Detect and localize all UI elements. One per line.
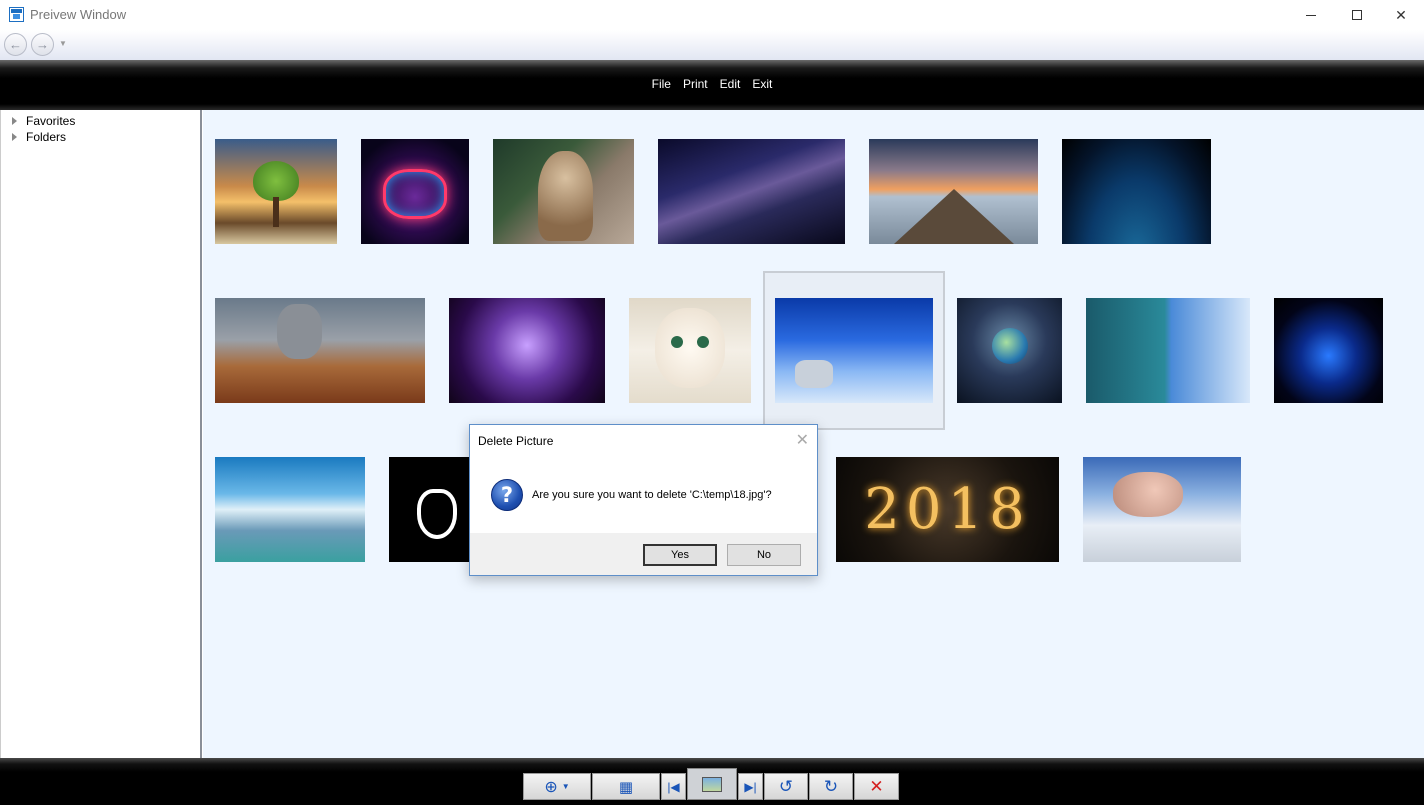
rotate-left-icon: ↺	[778, 776, 794, 796]
delete-icon: ✕	[869, 776, 884, 796]
navigation-bar: ← → ▼	[0, 30, 1424, 60]
tree-item-label: Folders	[26, 130, 67, 144]
title-bar: Preivew Window ✕	[0, 0, 1424, 30]
kitten-shape	[538, 151, 593, 241]
kitten-face	[655, 308, 725, 388]
menu-print[interactable]: Print	[677, 77, 714, 91]
thumbnail-earth-hand[interactable]	[957, 298, 1062, 403]
close-icon: ✕	[1395, 6, 1407, 23]
folder-tree-panel: Favorites Folders	[0, 110, 202, 758]
grid-view-button[interactable]: ▦	[592, 773, 660, 800]
rotate-left-button[interactable]: ↺	[764, 773, 808, 800]
thumbnail-white-kitten[interactable]	[629, 298, 751, 403]
dialog-message: Are you sure you want to delete 'C:\temp…	[532, 489, 772, 501]
expand-arrow-icon[interactable]	[12, 117, 17, 125]
minimize-icon	[1306, 14, 1316, 16]
kitten-eye	[671, 336, 683, 348]
no-button[interactable]: No	[727, 544, 801, 566]
rotate-right-icon: ↻	[823, 776, 839, 796]
pier-shape	[894, 189, 1014, 244]
last-icon: ▶|	[744, 779, 757, 794]
menu: File Print Edit Exit	[0, 77, 1424, 91]
elephant-shape	[277, 304, 322, 359]
thumbnail-earth-night-city[interactable]	[1062, 139, 1211, 244]
dialog-close-icon[interactable]: ✕	[796, 430, 809, 450]
menu-file[interactable]: File	[646, 77, 677, 91]
close-button[interactable]: ✕	[1378, 0, 1424, 30]
tree-item-folders[interactable]: Folders	[9, 130, 66, 144]
forward-button[interactable]: →	[31, 33, 54, 56]
last-image-button[interactable]: ▶|	[738, 773, 763, 800]
app-icon	[9, 7, 24, 22]
image-view-button[interactable]	[687, 768, 737, 800]
image-toolbar: ⊕ ▼ ▦ |◀ ▶| ↺ ↻ ✕	[523, 768, 900, 800]
arrow-right-icon: →	[36, 37, 49, 52]
tree-item-favorites[interactable]: Favorites	[9, 114, 75, 128]
delete-button[interactable]: ✕	[854, 773, 899, 800]
window-title: Preivew Window	[30, 7, 127, 22]
image-icon	[702, 776, 722, 792]
first-image-button[interactable]: |◀	[661, 773, 686, 800]
history-dropdown-icon[interactable]: ▼	[59, 39, 67, 48]
heart-glow	[383, 169, 447, 219]
tree-shape	[253, 161, 299, 201]
heart-outline	[417, 489, 457, 539]
yes-button[interactable]: Yes	[643, 544, 717, 566]
thumbnail-airplane-clouds[interactable]	[775, 298, 933, 403]
maximize-icon	[1352, 10, 1362, 20]
thumbnail-blue-fire-heart[interactable]	[1274, 298, 1383, 403]
menu-edit[interactable]: Edit	[714, 77, 747, 91]
thumbnail-milky-way[interactable]	[658, 139, 845, 244]
zoom-icon: ⊕	[544, 778, 558, 796]
year-text: 2018	[864, 477, 1031, 542]
question-icon: ?	[491, 479, 523, 511]
thumbnail-mountain-sky[interactable]	[215, 457, 365, 562]
expand-arrow-icon[interactable]	[12, 133, 17, 141]
grid-icon: ▦	[618, 778, 634, 796]
thumbnail-kitten-praying[interactable]	[493, 139, 634, 244]
tree-trunk	[273, 197, 279, 227]
first-icon: |◀	[667, 779, 680, 794]
thumbnail-white-heart-sketch[interactable]	[389, 457, 473, 562]
delete-picture-dialog: Delete Picture ✕ ? Are you sure you want…	[469, 424, 818, 576]
thumbnail-2018-sparkle[interactable]: 2018	[836, 457, 1059, 562]
kitten-eye	[697, 336, 709, 348]
pig-shape	[1113, 472, 1183, 517]
back-button[interactable]: ←	[4, 33, 27, 56]
thumbnail-heart-tree[interactable]	[215, 139, 337, 244]
minimize-button[interactable]	[1288, 0, 1334, 30]
maximize-button[interactable]	[1334, 0, 1380, 30]
thumbnail-split-world[interactable]	[1086, 298, 1250, 403]
arrow-left-icon: ←	[9, 37, 22, 52]
thumbnail-lightning[interactable]	[449, 298, 605, 403]
tree-item-label: Favorites	[26, 114, 76, 128]
earth-globe	[992, 328, 1028, 364]
menu-exit[interactable]: Exit	[746, 77, 778, 91]
thumbnail-flying-pig[interactable]	[1083, 457, 1241, 562]
thumbnail-elephant-man[interactable]	[215, 298, 425, 403]
chevron-down-icon: ▼	[561, 782, 570, 791]
rotate-right-button[interactable]: ↻	[809, 773, 853, 800]
thumbnail-neon-hearts[interactable]	[361, 139, 469, 244]
engine-shape	[795, 360, 833, 388]
dialog-title: Delete Picture	[478, 434, 554, 448]
zoom-button[interactable]: ⊕ ▼	[523, 773, 591, 800]
thumbnail-pier-sunset[interactable]	[869, 139, 1038, 244]
